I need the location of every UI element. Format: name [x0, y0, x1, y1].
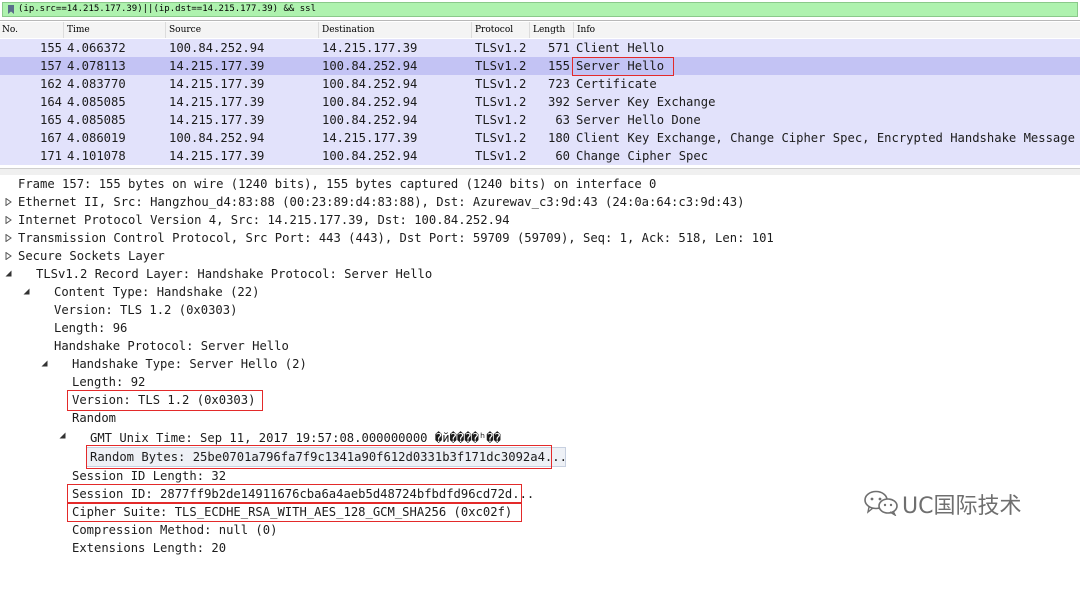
tree-item-handshake-type[interactable]: Handshake Type: Server Hello (2) [0, 355, 1080, 373]
packet-protocol: TLSv1.2 [475, 113, 527, 127]
packet-no: 171 [39, 149, 62, 163]
packet-info: Server Key Exchange [576, 95, 716, 109]
tree-item-ssl[interactable]: Secure Sockets Layer [0, 247, 1080, 277]
packet-protocol: TLSv1.2 [475, 77, 527, 91]
packet-time: 4.083770 [67, 77, 126, 91]
col-no[interactable]: No. [2, 25, 18, 35]
packet-source: 14.215.177.39 [169, 149, 265, 163]
packet-length: 723 [547, 77, 570, 91]
packet-row[interactable]: 155 4.066372 100.84.252.94 14.215.177.39… [0, 39, 1080, 57]
packet-list: 155 4.066372 100.84.252.94 14.215.177.39… [0, 38, 1080, 168]
packet-time: 4.078113 [67, 59, 126, 73]
display-filter-bar: (ip.src==14.215.177.39)||(ip.dst==14.215… [0, 0, 1080, 21]
packet-no: 162 [39, 77, 62, 91]
col-source[interactable]: Source [169, 25, 201, 35]
tree-item-ip[interactable]: Internet Protocol Version 4, Src: 14.215… [0, 211, 1080, 242]
tree-item-handshake[interactable]: Handshake Protocol: Server Hello [0, 337, 1080, 367]
col-protocol[interactable]: Protocol [475, 25, 513, 35]
tree-item-tcp[interactable]: Transmission Control Protocol, Src Port:… [0, 229, 1080, 260]
packet-length: 180 [547, 131, 570, 145]
col-destination[interactable]: Destination [322, 25, 375, 35]
col-info[interactable]: Info [577, 25, 595, 35]
packet-protocol: TLSv1.2 [475, 59, 527, 73]
packet-no: 167 [39, 131, 62, 145]
packet-source: 14.215.177.39 [169, 59, 265, 73]
tree-item-content-type[interactable]: Content Type: Handshake (22) [0, 283, 1080, 301]
packet-source: 14.215.177.39 [169, 77, 265, 91]
packet-source: 100.84.252.94 [169, 131, 265, 145]
tree-item-random-bytes[interactable]: Random Bytes: 25be0701a796fa7f9c1341a90f… [0, 448, 1080, 466]
packet-length: 571 [547, 41, 570, 55]
packet-time: 4.086019 [67, 131, 126, 145]
packet-protocol: TLSv1.2 [475, 131, 527, 145]
watermark: UC国际技术 [848, 487, 1078, 519]
tree-item-hs-length[interactable]: Length: 92 [0, 373, 1080, 391]
packet-destination: 14.215.177.39 [322, 41, 418, 55]
packet-info: Certificate [576, 77, 657, 91]
tree-item-random[interactable]: Random [0, 409, 1080, 439]
packet-protocol: TLSv1.2 [475, 95, 527, 109]
packet-time: 4.101078 [67, 149, 126, 163]
packet-row-selected[interactable]: 157 4.078113 14.215.177.39 100.84.252.94… [0, 57, 1080, 75]
filter-expression: (ip.src==14.215.177.39)||(ip.dst==14.215… [18, 4, 317, 14]
packet-row[interactable]: 167 4.086019 100.84.252.94 14.215.177.39… [0, 129, 1080, 147]
packet-info: Server Hello [576, 59, 665, 73]
packet-time: 4.085085 [67, 113, 126, 127]
tree-item-length[interactable]: Length: 96 [0, 319, 1080, 337]
packet-time: 4.066372 [67, 41, 126, 55]
packet-destination: 100.84.252.94 [322, 95, 418, 109]
packet-no: 164 [39, 95, 62, 109]
packet-row[interactable]: 162 4.083770 14.215.177.39 100.84.252.94… [0, 75, 1080, 93]
packet-info: Server Hello Done [576, 113, 701, 127]
packet-destination: 100.84.252.94 [322, 59, 418, 73]
packet-destination: 100.84.252.94 [322, 113, 418, 127]
packet-source: 100.84.252.94 [169, 41, 265, 55]
packet-protocol: TLSv1.2 [475, 149, 527, 163]
packet-row[interactable]: 171 4.101078 14.215.177.39 100.84.252.94… [0, 147, 1080, 165]
packet-length: 60 [555, 149, 570, 163]
tree-item-version[interactable]: Version: TLS 1.2 (0x0303) [0, 301, 1080, 319]
packet-source: 14.215.177.39 [169, 95, 265, 109]
tree-item-hs-version[interactable]: Version: TLS 1.2 (0x0303) [0, 391, 1080, 409]
packet-row[interactable]: 164 4.085085 14.215.177.39 100.84.252.94… [0, 93, 1080, 111]
packet-info: Client Hello [576, 41, 665, 55]
col-length[interactable]: Length [533, 25, 565, 35]
tree-item-compression[interactable]: Compression Method: null (0) [0, 521, 1080, 539]
watermark-text: UC国际技术 [902, 494, 1022, 519]
packet-protocol: TLSv1.2 [475, 41, 527, 55]
packet-time: 4.085085 [67, 95, 126, 109]
packet-row[interactable]: 165 4.085085 14.215.177.39 100.84.252.94… [0, 111, 1080, 129]
display-filter-input[interactable]: (ip.src==14.215.177.39)||(ip.dst==14.215… [2, 2, 1078, 17]
packet-source: 14.215.177.39 [169, 113, 265, 127]
packet-destination: 100.84.252.94 [322, 149, 418, 163]
packet-list-header: No. Time Source Destination Protocol Len… [0, 22, 1080, 39]
packet-length: 155 [547, 59, 570, 73]
bookmark-icon[interactable] [7, 5, 15, 14]
tree-item-extensions-length[interactable]: Extensions Length: 20 [0, 539, 1080, 557]
tree-item-ethernet[interactable]: Ethernet II, Src: Hangzhou_d4:83:88 (00:… [0, 193, 1080, 224]
packet-no: 165 [39, 113, 62, 127]
tree-item-record-layer[interactable]: TLSv1.2 Record Layer: Handshake Protocol… [0, 265, 1080, 295]
packet-no: 157 [39, 59, 62, 73]
packet-no: 155 [39, 41, 62, 55]
tree-item-gmt-time[interactable]: GMT Unix Time: Sep 11, 2017 19:57:08.000… [0, 429, 1080, 447]
packet-info: Client Key Exchange, Change Cipher Spec,… [576, 131, 1075, 145]
col-time[interactable]: Time [67, 25, 90, 35]
packet-destination: 100.84.252.94 [322, 77, 418, 91]
packet-info: Change Cipher Spec [576, 149, 709, 163]
tree-item-session-id-length[interactable]: Session ID Length: 32 [0, 467, 1080, 485]
packet-destination: 14.215.177.39 [322, 131, 418, 145]
packet-length: 63 [555, 113, 570, 127]
tree-item-frame[interactable]: Frame 157: 155 bytes on wire (1240 bits)… [0, 175, 1080, 206]
packet-length: 392 [547, 95, 570, 109]
wechat-icon [864, 490, 898, 516]
